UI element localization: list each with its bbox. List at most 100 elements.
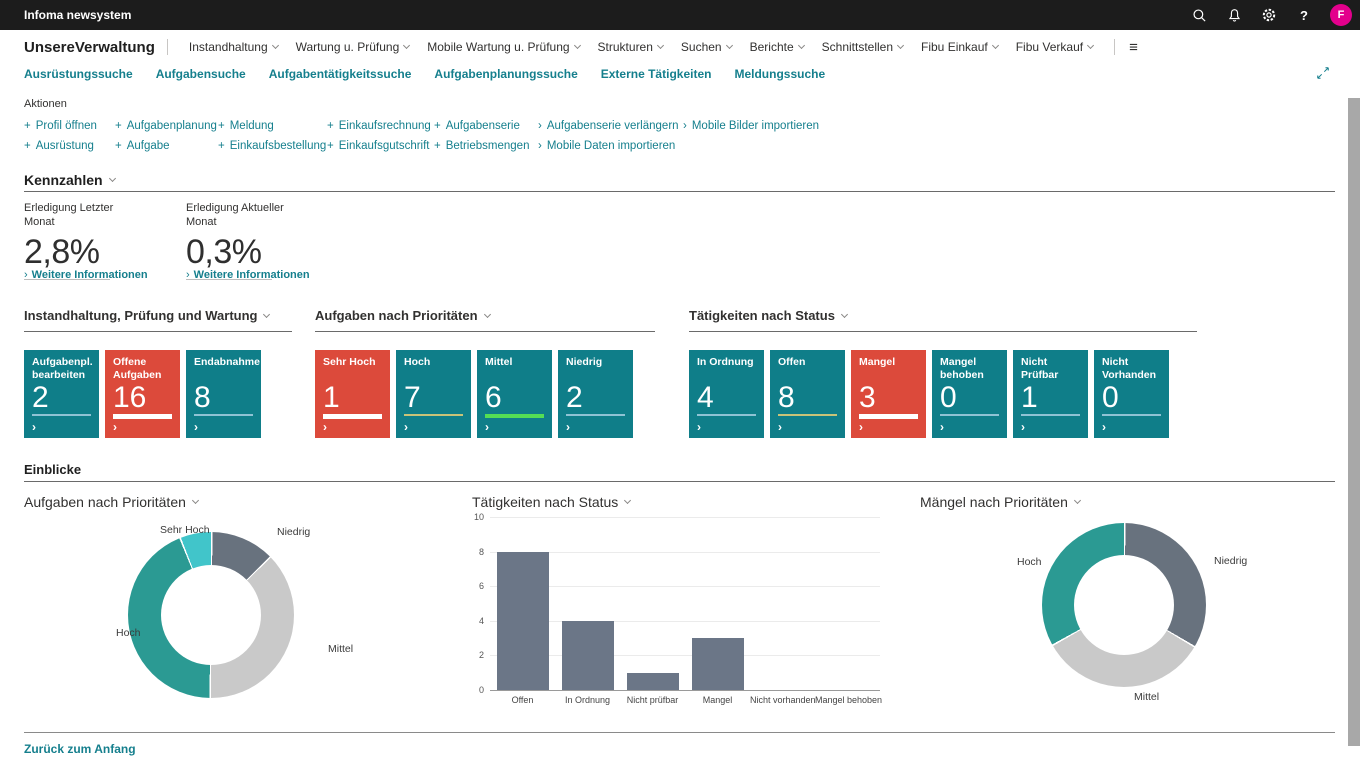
nav-item-wartung-pruefung[interactable]: Wartung u. Prüfung: [296, 40, 410, 54]
collapse-header-icon[interactable]: [1316, 66, 1330, 85]
chevron-right-icon: ›: [404, 421, 408, 433]
bar[interactable]: [562, 621, 614, 690]
tile-nicht-vorhanden[interactable]: Nicht Vorhanden0›: [1094, 350, 1169, 438]
tile-aufgabenpl-bearbeiten[interactable]: Aufgabenpl. bearbeiten2›: [24, 350, 99, 438]
action-ausruestung[interactable]: +Ausrüstung: [24, 140, 115, 152]
more-menu-icon[interactable]: ≡: [1129, 39, 1138, 56]
chart-taetigkeiten-nach-status: Tätigkeiten nach Status 10 8 6 4 2 0 Off…: [460, 490, 900, 740]
action-einkaufsgutschrift[interactable]: +Einkaufsgutschrift: [327, 140, 434, 152]
tile-endabnahme[interactable]: Endabnahme8›: [186, 350, 261, 438]
kennzahlen-section-header[interactable]: Kennzahlen: [24, 172, 115, 188]
role-center-title[interactable]: UnsereVerwaltung: [24, 39, 155, 56]
x-axis-label: In Ordnung: [555, 695, 620, 705]
tile-mittel[interactable]: Mittel6›: [477, 350, 552, 438]
chevron-right-icon: ›: [186, 269, 190, 281]
scrollbar[interactable]: [1348, 98, 1360, 746]
tile-sehr-hoch[interactable]: Sehr Hoch1›: [315, 350, 390, 438]
tile-nicht-pruefbar[interactable]: Nicht Prüfbar1›: [1013, 350, 1088, 438]
chevron-right-icon: ›: [859, 421, 863, 433]
donut-label-sehr-hoch: Sehr Hoch: [160, 524, 210, 536]
x-axis-categories: Offen In Ordnung Nicht prüfbar Mangel Ni…: [490, 695, 880, 705]
nav-item-instandhaltung[interactable]: Instandhaltung: [189, 40, 278, 54]
bar-series[interactable]: [490, 517, 880, 690]
action-mobile-bilder-importieren[interactable]: ›Mobile Bilder importieren: [683, 120, 819, 132]
chevron-down-icon: [841, 310, 848, 317]
action-mobile-daten-importieren[interactable]: ›Mobile Daten importieren: [538, 140, 683, 152]
action-einkaufsbestellung[interactable]: + Einkaufsbestellung: [218, 140, 327, 152]
action-aufgabenserie[interactable]: +Aufgabenserie: [434, 120, 538, 132]
action-label: Mobile Bilder importieren: [692, 120, 819, 132]
action-meldung[interactable]: +Meldung: [218, 120, 327, 132]
action-label: Einkaufsbestellung: [230, 140, 327, 152]
donut-chart[interactable]: [128, 532, 294, 698]
action-aufgabenplanung[interactable]: +Aufgabenplanung: [115, 120, 218, 132]
action-profil-oeffnen[interactable]: +Profil öffnen: [24, 120, 115, 132]
chevron-right-icon: ›: [32, 421, 36, 433]
tile-row: Sehr Hoch1› Hoch7› Mittel6› Niedrig2›: [315, 350, 655, 438]
x-axis-label: Nicht prüfbar: [620, 695, 685, 705]
chart-title[interactable]: Aufgaben nach Prioritäten: [24, 494, 198, 510]
nav-item-fibu-verkauf[interactable]: Fibu Verkauf: [1016, 40, 1093, 54]
subnav-aufgabensuche[interactable]: Aufgabensuche: [156, 67, 246, 81]
tile-mangel[interactable]: Mangel3›: [851, 350, 926, 438]
nav-item-suchen[interactable]: Suchen: [681, 40, 732, 54]
tile-mangel-behoben[interactable]: Mangel behoben0›: [932, 350, 1007, 438]
bar[interactable]: [497, 552, 549, 690]
nav-item-fibu-einkauf[interactable]: Fibu Einkauf: [921, 40, 998, 54]
search-icon[interactable]: [1190, 6, 1208, 24]
nav-item-schnittstellen[interactable]: Schnittstellen: [822, 40, 903, 54]
tile-offen[interactable]: Offen8›: [770, 350, 845, 438]
action-einkaufsrechnung[interactable]: +Einkaufsrechnung: [327, 120, 434, 132]
notifications-icon[interactable]: [1225, 6, 1243, 24]
y-axis-tick: 4: [460, 616, 484, 626]
bar[interactable]: [692, 638, 744, 690]
main-navigation: UnsereVerwaltung Instandhaltung Wartung …: [0, 30, 1360, 64]
action-label: Aufgabe: [127, 140, 170, 152]
tile-offene-aufgaben[interactable]: Offene Aufgaben16›: [105, 350, 180, 438]
chevron-right-icon: ›: [538, 140, 542, 152]
user-avatar[interactable]: F: [1330, 4, 1352, 26]
chevron-down-icon: [272, 42, 279, 49]
chevron-down-icon: [726, 42, 733, 49]
action-aufgabenserie-verlaengern[interactable]: ›Aufgabenserie verlängern: [538, 120, 683, 132]
tile-indicator-bar: [113, 414, 172, 419]
kpi-more-info-link[interactable]: ›Weitere Informationen: [24, 269, 148, 281]
subnav-ausruestungssuche[interactable]: Ausrüstungssuche: [24, 67, 133, 81]
donut-chart[interactable]: [1042, 523, 1206, 687]
nav-item-label: Fibu Verkauf: [1016, 40, 1083, 54]
cue-group-header[interactable]: Tätigkeiten nach Status: [689, 308, 1197, 323]
nav-divider: [1114, 39, 1115, 55]
section-divider: [24, 191, 1335, 192]
tile-hoch[interactable]: Hoch7›: [396, 350, 471, 438]
chevron-right-icon: ›: [194, 421, 198, 433]
nav-item-mobile-wartung[interactable]: Mobile Wartung u. Prüfung: [427, 40, 579, 54]
help-icon[interactable]: ?: [1295, 6, 1313, 24]
chevron-down-icon: [192, 497, 199, 504]
cue-group-header[interactable]: Instandhaltung, Prüfung und Wartung: [24, 308, 292, 323]
action-label: Aufgabenplanung: [127, 120, 217, 132]
chart-title[interactable]: Mängel nach Prioritäten: [920, 494, 1080, 510]
bar[interactable]: [627, 673, 679, 690]
nav-item-strukturen[interactable]: Strukturen: [598, 40, 663, 54]
nav-item-label: Instandhaltung: [189, 40, 268, 54]
settings-gear-icon[interactable]: [1260, 6, 1278, 24]
tile-niedrig[interactable]: Niedrig2›: [558, 350, 633, 438]
tile-in-ordnung[interactable]: In Ordnung4›: [689, 350, 764, 438]
chart-title[interactable]: Tätigkeiten nach Status: [472, 494, 630, 510]
plus-icon: +: [218, 140, 225, 152]
back-to-top-link[interactable]: Zurück zum Anfang: [24, 742, 136, 756]
nav-item-berichte[interactable]: Berichte: [750, 40, 804, 54]
subnav-aufgabentaetigkeitssuche[interactable]: Aufgabentätigkeitssuche: [269, 67, 412, 81]
action-label: Aufgabenserie: [446, 120, 520, 132]
subnav-externe-taetigkeiten[interactable]: Externe Tätigkeiten: [601, 67, 712, 81]
tile-indicator-bar: [194, 414, 253, 416]
y-axis-tick: 10: [460, 512, 484, 522]
subnav-meldungssuche[interactable]: Meldungssuche: [734, 67, 825, 81]
subnav-aufgabenplanungssuche[interactable]: Aufgabenplanungssuche: [434, 67, 577, 81]
cue-group-header[interactable]: Aufgaben nach Prioritäten: [315, 308, 655, 323]
kpi-more-info-link[interactable]: ›Weitere Informationen: [186, 269, 310, 281]
chevron-down-icon: [798, 42, 805, 49]
action-betriebsmengen[interactable]: +Betriebsmengen: [434, 140, 538, 152]
chevron-down-icon: [109, 175, 116, 182]
action-aufgabe[interactable]: +Aufgabe: [115, 140, 218, 152]
